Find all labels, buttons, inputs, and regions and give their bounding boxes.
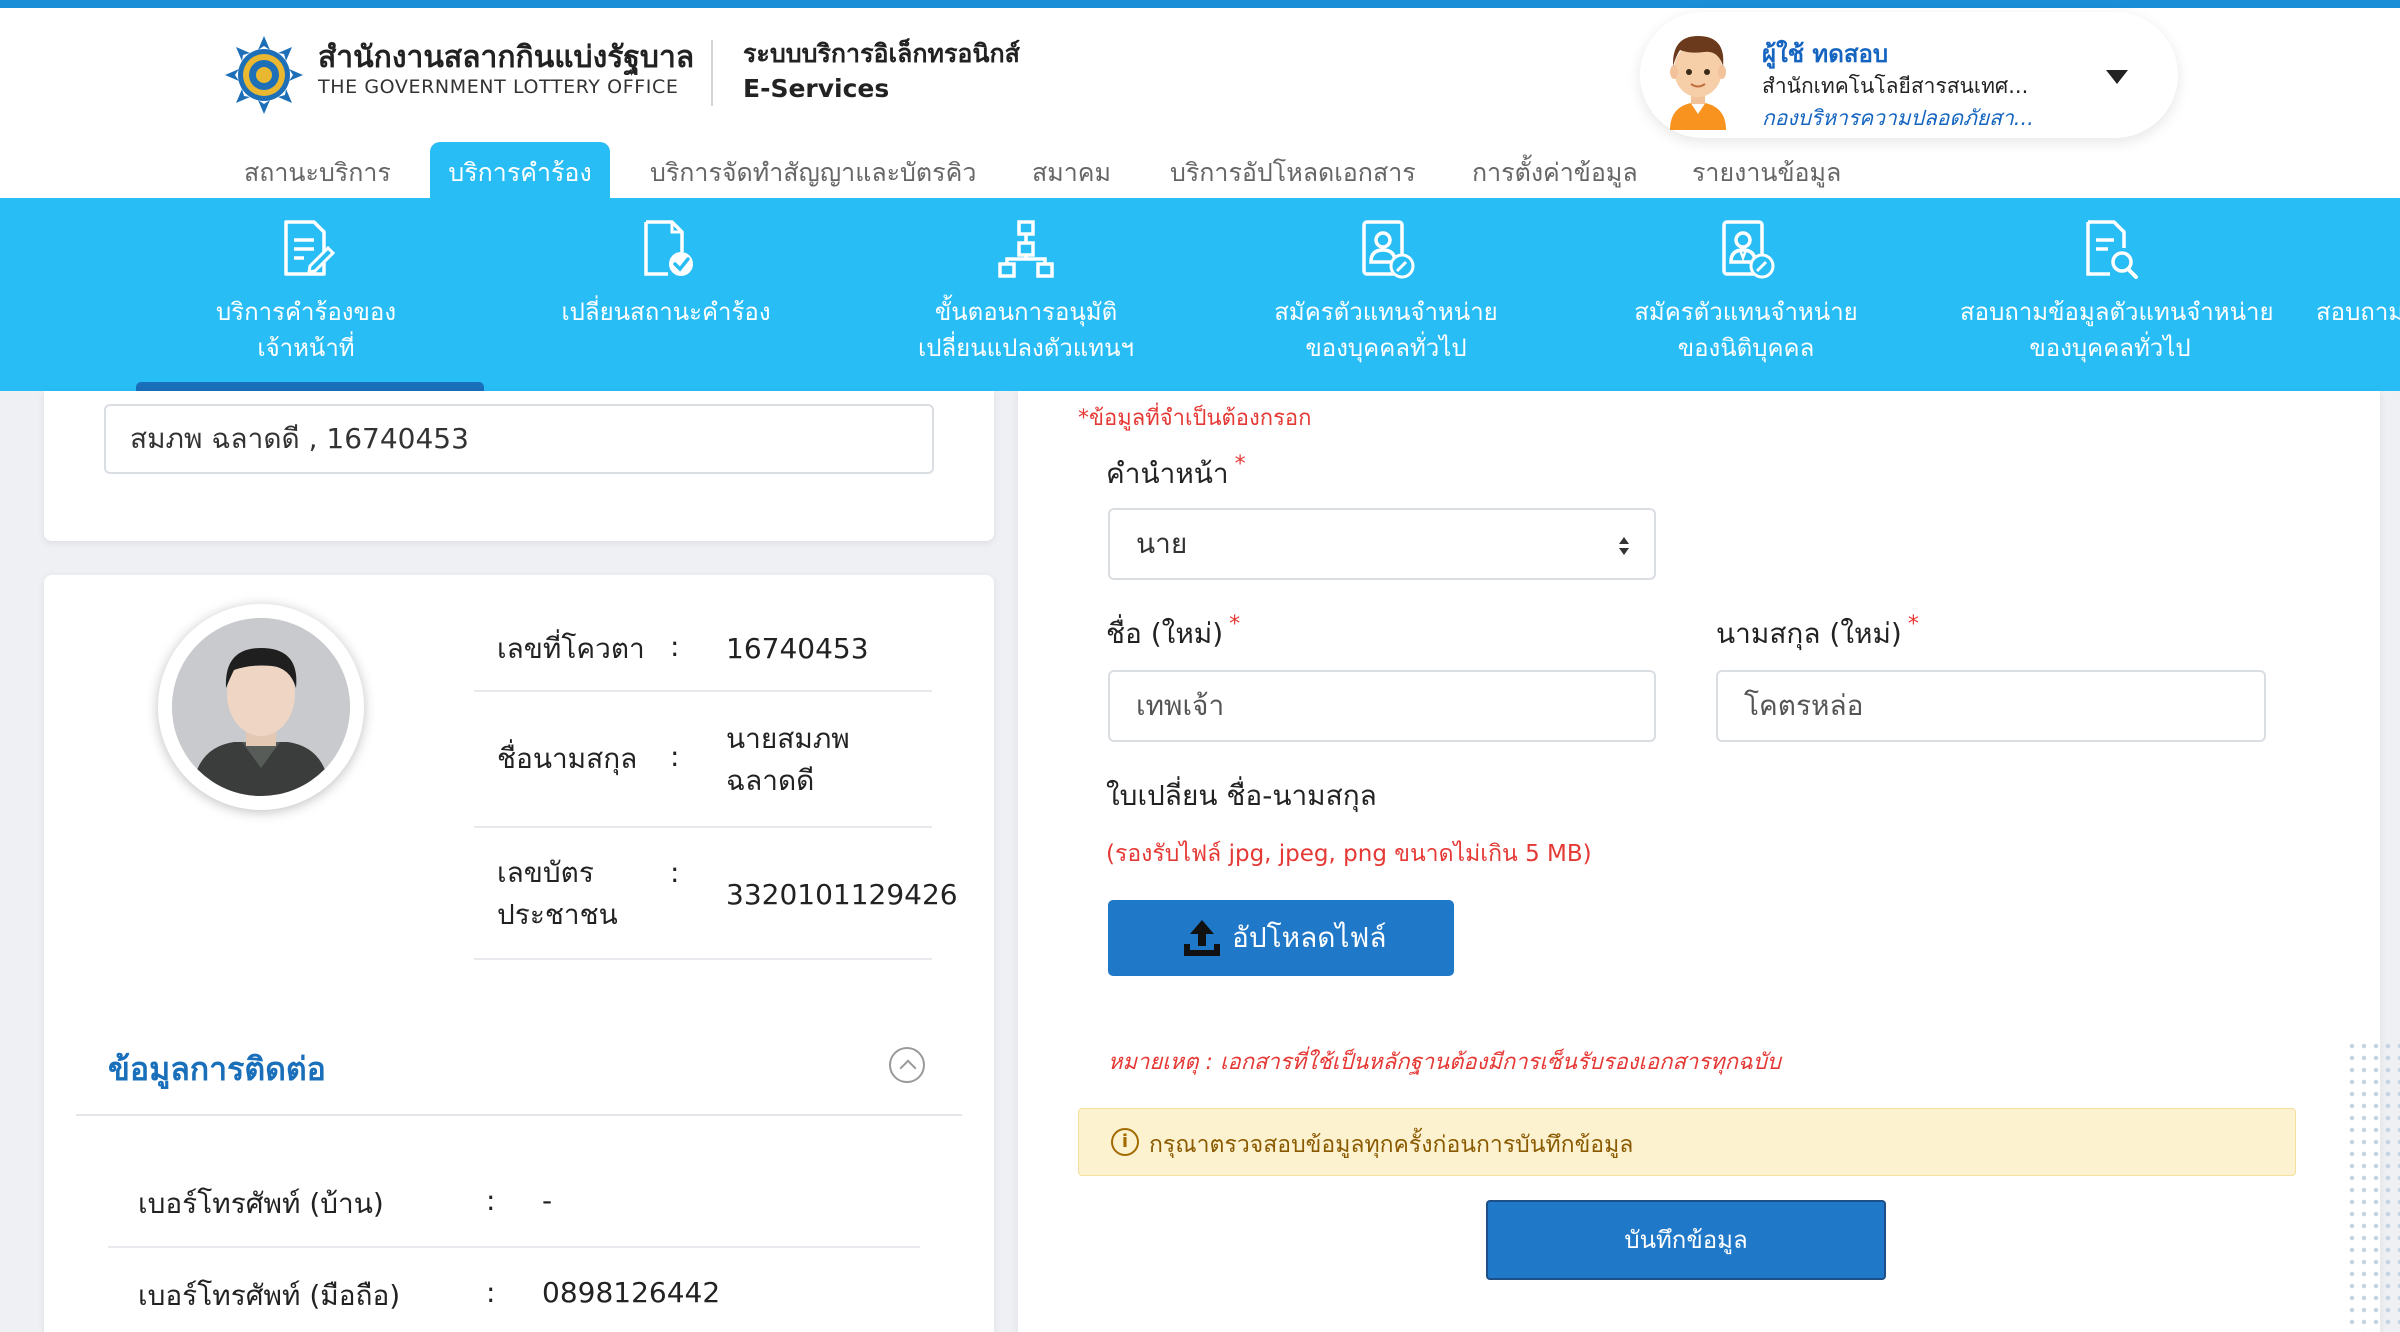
remark-note: หมายเหตุ : เอกสารที่ใช้เป็นหลักฐานต้องมี…	[1108, 1050, 1781, 1075]
colon: :	[670, 856, 680, 889]
brand-divider	[711, 40, 713, 106]
upload-file-button[interactable]: อัปโหลดไฟล์	[1108, 900, 1454, 976]
first-name-input[interactable]: เทพเจ้า	[1108, 670, 1656, 742]
first-name-label: ชื่อ (ใหม่) *	[1106, 612, 1240, 656]
user-avatar-icon	[1660, 26, 1736, 130]
warning-alert: i กรุณาตรวจสอบข้อมูลทุกครั้งก่อนการบันทึ…	[1078, 1108, 2296, 1176]
document-check-icon	[644, 220, 693, 276]
submenu-change-request-status[interactable]: เปลี่ยนสถานะคำร้อง	[530, 198, 802, 391]
id-card-label-line2: ประชาชน	[497, 898, 618, 931]
last-name-label-text: นามสกุล (ใหม่)	[1716, 617, 1902, 650]
person-photo-icon	[172, 618, 350, 796]
submenu-register-individual-agent[interactable]: สมัครตัวแทนจำหน่าย ของบุคคลทั่วไป	[1250, 198, 1522, 391]
person-register-icon	[1362, 220, 1415, 279]
row-divider	[474, 958, 932, 960]
full-name-label: ชื่อนามสกุล	[497, 742, 638, 775]
submenu-approval-steps[interactable]: ขั้นตอนการอนุมัติ เปลี่ยนแปลงตัวแทนฯ	[890, 198, 1162, 391]
submenu-label-line1: บริการคำร้องของ	[215, 298, 397, 326]
mobile-phone-value: 0898126442	[542, 1276, 721, 1309]
last-name-label: นามสกุล (ใหม่) *	[1716, 612, 1919, 656]
id-card-label-line1: เลขบัตร	[497, 856, 594, 889]
tab-settings[interactable]: การตั้งค่าข้อมูล	[1458, 142, 1652, 198]
section-divider	[76, 1114, 962, 1116]
save-button[interactable]: บันทึกข้อมูล	[1486, 1200, 1886, 1280]
submenu-label-line1: สอบถามข้อมูลตัวแทนจำหน่าย	[1960, 298, 2274, 326]
full-name-value-line1: นายสมภพ	[726, 722, 850, 755]
top-header: สำนักงานสลากกินแบ่งรัฐบาล THE GOVERNMENT…	[0, 0, 2400, 198]
select-arrows-icon	[1619, 537, 1629, 555]
alert-text: กรุณาตรวจสอบข้อมูลทุกครั้งก่อนการบันทึกข…	[1149, 1132, 1634, 1158]
file-format-hint: (รองรับไฟล์ jpg, jpeg, png ขนาดไม่เกิน 5…	[1106, 841, 1592, 867]
agent-search-input[interactable]: สมภพ ฉลาดดี , 16740453	[104, 404, 934, 474]
home-phone-value: -	[542, 1184, 553, 1217]
decorative-dot-pattern	[2346, 1040, 2400, 1332]
submenu-label-line1: สมัครตัวแทนจำหน่าย	[1634, 298, 1858, 326]
home-phone-label: เบอร์โทรศัพท์ (บ้าน)	[138, 1187, 384, 1220]
contact-section-title: ข้อมูลการติดต่อ	[108, 1050, 326, 1088]
required-note: *ข้อมูลที่จำเป็นต้องกรอก	[1078, 406, 1312, 431]
colon: :	[486, 1276, 496, 1309]
header-accent-line	[0, 0, 2400, 8]
caret-down-icon[interactable]	[2106, 70, 2128, 84]
mobile-phone-label: เบอร์โทรศัพท์ (มือถือ)	[138, 1279, 401, 1312]
quota-number-value: 16740453	[726, 632, 869, 665]
chevron-up-icon[interactable]	[889, 1047, 925, 1083]
document-edit-icon	[284, 220, 336, 276]
colon: :	[670, 740, 680, 773]
title-select[interactable]: นาย	[1108, 508, 1656, 580]
system-name-th: ระบบบริการอิเล็กทรอนิกส์	[743, 39, 1020, 68]
colon: :	[670, 630, 680, 663]
user-division: กองบริหารความปลอดภัยสา...	[1762, 106, 2034, 130]
submenu-label-line1: สอบถาม	[2316, 298, 2400, 326]
title-select-value: นาย	[1136, 527, 1188, 560]
quota-number-label: เลขที่โควตา	[497, 632, 645, 665]
submenu-inquiry-partial[interactable]: สอบถาม	[2300, 198, 2400, 391]
org-name-en: THE GOVERNMENT LOTTERY OFFICE	[318, 76, 679, 98]
colon: :	[486, 1184, 496, 1217]
required-mark: *	[1234, 452, 1246, 477]
glo-logo-icon[interactable]	[225, 36, 303, 114]
last-name-input[interactable]: โคตรหล่อ	[1716, 670, 2266, 742]
submenu-officer-requests[interactable]: บริการคำร้องของ เจ้าหน้าที่	[170, 198, 442, 391]
submenu-label-line2: เปลี่ยนแปลงตัวแทนฯ	[918, 334, 1134, 362]
name-change-doc-label: ใบเปลี่ยน ชื่อ-นามสกุล	[1106, 779, 1377, 812]
active-submenu-indicator	[136, 382, 484, 391]
tab-service-status[interactable]: สถานะบริการ	[230, 142, 405, 198]
first-name-label-text: ชื่อ (ใหม่)	[1106, 617, 1224, 650]
info-icon: i	[1111, 1128, 1139, 1156]
required-mark: *	[1229, 612, 1241, 637]
user-department: สำนักเทคโนโลยีสารสนเทศ...	[1762, 74, 2029, 98]
submenu-label-line2: ของบุคคลทั่วไป	[1305, 334, 1467, 362]
workflow-icon	[998, 220, 1054, 278]
submenu-register-company-agent[interactable]: สมัครตัวแทนจำหน่าย ของนิติบุคคล	[1610, 198, 1882, 391]
row-divider	[474, 826, 932, 828]
submenu-inquire-individual-agent[interactable]: สอบถามข้อมูลตัวแทนจำหน่าย ของบุคคลทั่วไป	[1960, 198, 2274, 391]
tab-contract-queue[interactable]: บริการจัดทำสัญญาและบัตรคิว	[636, 142, 990, 198]
company-register-icon	[1722, 220, 1775, 279]
title-label-text: คำนำหน้า	[1106, 457, 1229, 490]
id-card-value: 3320101129426	[726, 878, 958, 911]
sub-menu-bar: บริการคำร้องของ เจ้าหน้าที่ เปลี่ยนสถานะ…	[0, 198, 2400, 391]
tab-reports[interactable]: รายงานข้อมูล	[1678, 142, 1855, 198]
system-name-en: E-Services	[743, 74, 890, 103]
submenu-label-line2: ของนิติบุคคล	[1677, 334, 1815, 362]
document-search-icon	[2086, 220, 2138, 279]
row-divider	[108, 1246, 920, 1248]
submenu-label-line2: ของบุคคลทั่วไป	[2029, 334, 2191, 362]
submenu-label-line1: สมัครตัวแทนจำหน่าย	[1274, 298, 1498, 326]
user-name[interactable]: ผู้ใช้ ทดสอบ	[1762, 34, 1888, 73]
row-divider	[474, 690, 932, 692]
full-name-value-line2: ฉลาดดี	[726, 764, 815, 797]
upload-icon	[1184, 920, 1220, 956]
tab-document-upload[interactable]: บริการอัปโหลดเอกสาร	[1156, 142, 1430, 198]
tab-request-service[interactable]: บริการคำร้อง	[430, 142, 610, 198]
upload-button-label: อัปโหลดไฟล์	[1232, 921, 1387, 954]
org-name-th: สำนักงานสลากกินแบ่งรัฐบาล	[318, 40, 695, 75]
submenu-label-line2: เจ้าหน้าที่	[257, 334, 355, 362]
submenu-label-line1: ขั้นตอนการอนุมัติ	[934, 298, 1118, 326]
tab-association[interactable]: สมาคม	[1018, 142, 1125, 198]
title-label: คำนำหน้า *	[1106, 452, 1246, 496]
required-mark: *	[1907, 612, 1919, 637]
submenu-label-line1: เปลี่ยนสถานะคำร้อง	[561, 298, 771, 326]
